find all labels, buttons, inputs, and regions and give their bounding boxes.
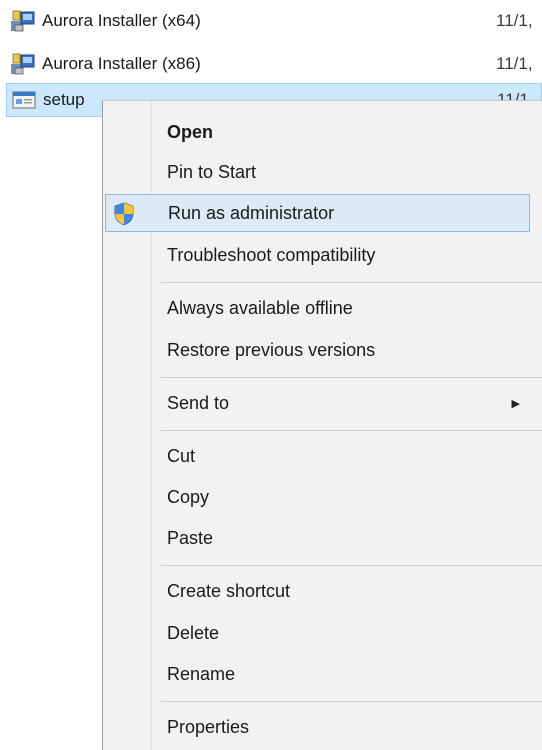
- installer-icon: [11, 10, 35, 32]
- context-menu: Open Pin to Start Run as administrator T…: [102, 100, 542, 750]
- menu-item-label: Restore previous versions: [167, 339, 376, 360]
- file-date: 11/1,: [496, 54, 533, 73]
- menu-item-label: Copy: [167, 486, 210, 507]
- installer-icon: [11, 53, 35, 75]
- uac-shield-icon: [114, 202, 134, 226]
- menu-item-label: Pin to Start: [167, 161, 257, 182]
- file-row-aurora-x86[interactable]: Aurora Installer (x86) 11/1,: [6, 47, 542, 81]
- menu-item-label: Troubleshoot compatibility: [167, 244, 376, 265]
- menu-item-label: Paste: [167, 527, 214, 548]
- file-name: setup: [43, 90, 85, 109]
- submenu-arrow-icon: ▶: [511, 397, 520, 410]
- menu-item-label: Delete: [167, 622, 220, 643]
- menu-item-cut[interactable]: Cut: [105, 437, 530, 475]
- menu-item-label: Rename: [167, 663, 236, 684]
- menu-separator: [161, 565, 542, 566]
- menu-separator: [161, 377, 542, 378]
- menu-item-restore-previous-versions[interactable]: Restore previous versions: [105, 331, 530, 369]
- menu-separator: [161, 701, 542, 702]
- menu-item-rename[interactable]: Rename: [105, 655, 530, 693]
- menu-item-send-to[interactable]: Send to ▶: [105, 384, 530, 422]
- menu-separator: [161, 430, 542, 431]
- file-date: 11/1,: [496, 11, 533, 30]
- menu-item-always-available-offline[interactable]: Always available offline: [105, 289, 530, 327]
- menu-item-create-shortcut[interactable]: Create shortcut: [105, 572, 530, 610]
- menu-item-label: Send to: [167, 392, 230, 413]
- menu-item-paste[interactable]: Paste: [105, 519, 530, 557]
- file-row-aurora-x64[interactable]: Aurora Installer (x64) 11/1,: [6, 4, 542, 38]
- application-icon: [12, 91, 36, 109]
- menu-item-pin-to-start[interactable]: Pin to Start: [105, 153, 530, 191]
- file-name: Aurora Installer (x64): [42, 11, 201, 30]
- menu-item-label: Open: [167, 121, 214, 142]
- file-name: Aurora Installer (x86): [42, 54, 201, 73]
- menu-item-run-as-administrator[interactable]: Run as administrator: [105, 194, 530, 232]
- menu-item-label: Create shortcut: [167, 580, 291, 601]
- menu-item-open[interactable]: Open: [105, 113, 530, 151]
- menu-item-copy[interactable]: Copy: [105, 478, 530, 516]
- menu-item-properties[interactable]: Properties: [105, 708, 530, 746]
- menu-item-delete[interactable]: Delete: [105, 614, 530, 652]
- menu-item-label: Always available offline: [167, 297, 353, 318]
- menu-item-label: Run as administrator: [168, 202, 335, 223]
- menu-item-troubleshoot-compatibility[interactable]: Troubleshoot compatibility: [105, 236, 530, 274]
- menu-item-label: Cut: [167, 445, 196, 466]
- menu-item-label: Properties: [167, 716, 250, 737]
- menu-separator: [161, 282, 542, 283]
